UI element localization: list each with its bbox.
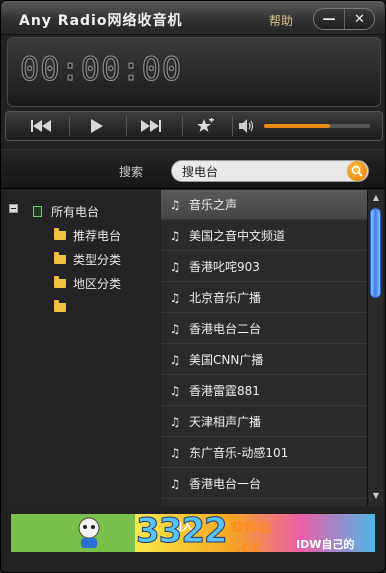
folder-icon [54,299,66,312]
station-name: 香港电台一台 [189,477,262,491]
title-bar[interactable]: Any Radio网络收音机 帮助 — ✕ [1,1,385,35]
playback-controls [5,111,383,141]
scroll-thumb[interactable] [370,208,381,298]
volume-slider[interactable] [264,124,370,128]
station-item[interactable]: ♫ 美国CNN广播 [161,345,367,375]
music-note-icon: ♫ [169,197,181,212]
station-item[interactable]: ♫ 美国之音中文频道 [161,221,367,251]
tree-collapse-toggle[interactable] [9,204,18,213]
tree-item-label: 地区分类 [73,276,122,291]
play-icon [91,119,103,133]
music-note-icon: ♫ [169,228,181,243]
divider [126,116,127,136]
robot-mascot-icon [78,517,100,548]
station-list: ♫ 音乐之声 ♫ 美国之音中文频道 ♫ 香港叱咤903 ♫ 北京音乐广播 ♫ 香… [161,190,367,506]
tree-root-label: 所有电台 [51,204,100,219]
window-title: Any Radio网络收音机 [19,13,183,29]
play-button[interactable] [76,112,118,140]
favorite-button[interactable] [184,112,226,140]
station-name: 美国之音中文频道 [189,229,286,243]
station-name: 天津相声广播 [189,415,262,429]
station-name: 香港雷霆881 [189,384,260,398]
station-name: 香港叱咤903 [189,260,260,274]
music-note-icon: ♫ [169,321,181,336]
previous-icon [31,120,51,132]
station-name: 北京音乐广播 [189,291,262,305]
station-item[interactable]: ♫ 香港电台二台 [161,314,367,344]
tree-item-label: 推荐电台 [73,228,122,243]
app-window: Any Radio网络收音机 帮助 — ✕ 00:00:00 搜索 搜电台 所有… [0,0,386,573]
music-note-icon: ♫ [169,476,181,491]
music-note-icon: ♫ [169,259,181,274]
volume-slider-fill [264,124,330,128]
folder-icon [54,275,66,288]
station-item[interactable]: ♫ 香港叱咤903 [161,252,367,282]
scroll-down-icon[interactable]: ▼ [370,490,382,502]
folder-icon [54,251,66,264]
scroll-up-icon[interactable]: ▲ [370,192,382,204]
search-icon [351,165,363,177]
search-box [171,160,369,182]
tree-item-region[interactable]: 地区分类 [54,274,121,292]
station-name: 东广音乐-动感101 [189,446,289,460]
divider [182,116,183,136]
elapsed-time: 00:00:00 [19,49,183,88]
tree-item-genre[interactable]: 类型分类 [54,250,121,268]
next-icon [141,120,161,132]
station-list-scrollbar[interactable]: ▲ ▼ [367,190,383,506]
music-note-icon: ♫ [169,445,181,460]
window-controls: — ✕ [313,8,375,30]
station-list-icon [33,205,42,217]
music-note-icon: ♫ [169,414,181,429]
music-note-icon: ♫ [169,290,181,305]
divider [69,116,70,136]
next-button[interactable] [130,112,172,140]
close-button[interactable]: ✕ [343,9,374,29]
station-item[interactable]: ♫ 香港电台一台 [161,469,367,499]
watermark-caption: 软件站 [231,521,271,536]
search-button[interactable] [347,161,367,181]
time-display: 00:00:00 [7,37,381,107]
favorite-icon [197,118,214,132]
watermark-logo: 3322 [136,511,229,552]
tree-root-all-stations[interactable]: 所有电台 [33,202,99,220]
help-link[interactable]: 帮助 [269,12,293,29]
minimize-icon: — [322,11,336,27]
station-name: 音乐之声 [189,198,238,212]
station-name: 香港电台二台 [189,322,262,336]
search-label: 搜索 [119,165,144,179]
tree-item-label: 类型分类 [73,252,122,267]
search-input[interactable] [182,163,342,180]
tree-item-recommended[interactable]: 推荐电台 [54,226,121,244]
divider [232,116,233,136]
minimize-button[interactable]: — [314,9,344,29]
previous-button[interactable] [20,112,62,140]
tree-item-unnamed[interactable] [54,298,73,316]
station-name: 美国CNN广播 [189,353,264,367]
search-bar: 搜索 [1,149,385,189]
open-folder-icon [54,227,66,240]
banner-text: IDW自己的 [296,538,355,551]
music-note-icon: ♫ [169,352,181,367]
music-note-icon: ♫ [169,383,181,398]
station-item[interactable]: ♫ 北京音乐广播 [161,283,367,313]
station-item[interactable]: ♫ 音乐之声 [161,190,367,220]
station-item[interactable]: ♫ 东广音乐-动感101 [161,438,367,468]
station-item[interactable]: ♫ 香港雷霆881 [161,376,367,406]
watermark-domain: .cc [235,537,261,556]
station-item[interactable]: ♫ 天津相声广播 [161,407,367,437]
close-icon: ✕ [354,11,365,27]
volume-icon[interactable] [239,119,255,136]
